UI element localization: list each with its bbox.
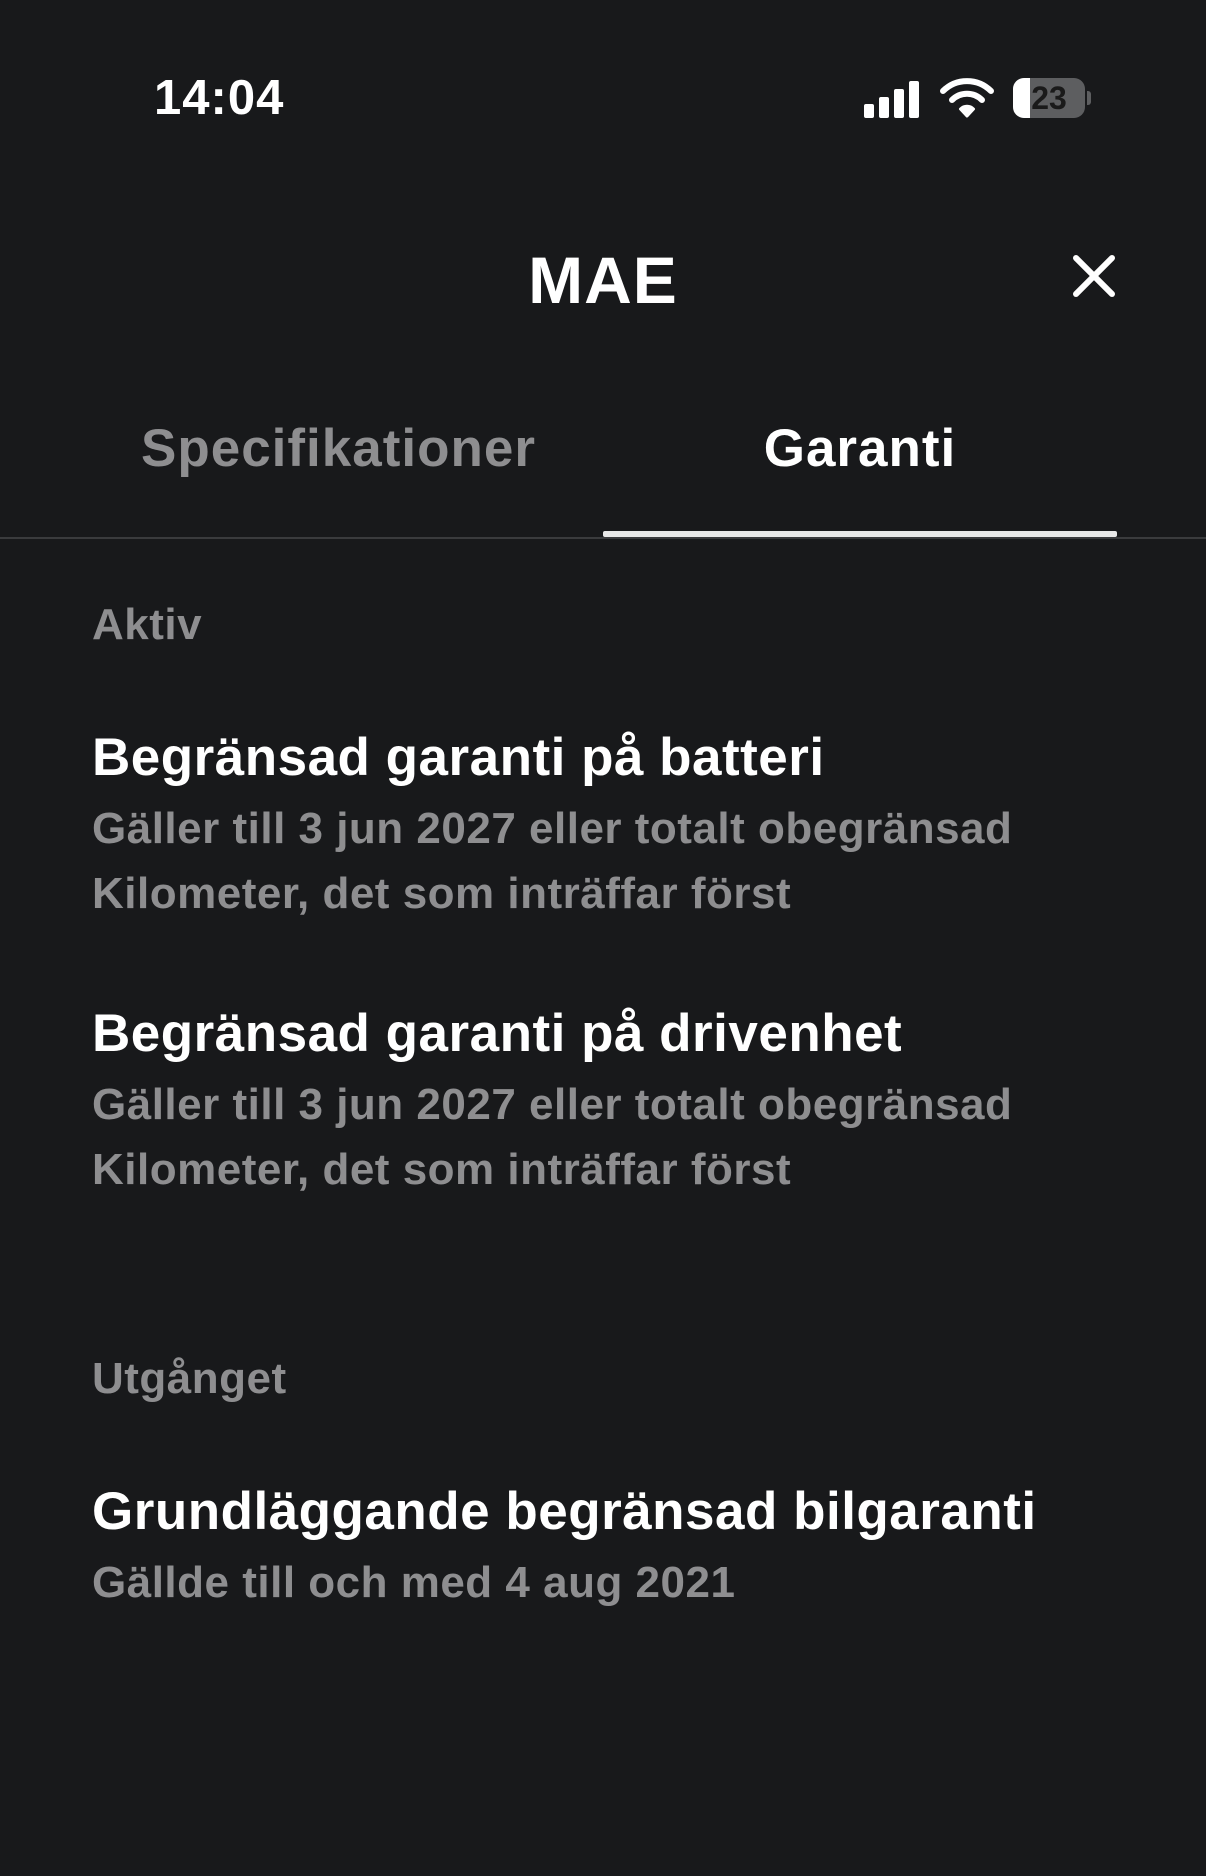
warranty-description: Gäller till 3 jun 2027 eller totalt obeg… [92,804,1013,918]
warranty-title: Grundläggande begränsad bilgaranti [92,1482,1037,1541]
close-button[interactable] [1064,246,1124,306]
wifi-icon [940,78,994,118]
warranty-item-battery[interactable]: Begränsad garanti på batteri Gäller till… [92,726,1152,926]
section-heading-utganget: Utgånget [92,1354,287,1403]
battery-cap [1087,91,1091,105]
warranty-description: Gällde till och med 4 aug 2021 [92,1558,736,1607]
battery-icon: 23 [1013,78,1091,118]
section-heading-aktiv: Aktiv [92,600,203,649]
warranty-item-drive-unit[interactable]: Begränsad garanti på drivenhet Gäller ti… [92,1002,1152,1202]
warranty-title: Begränsad garanti på drivenhet [92,1004,903,1063]
warranty-title: Begränsad garanti på batteri [92,728,825,787]
status-icons: 23 [864,76,1091,120]
warranty-item-basic-vehicle[interactable]: Grundläggande begränsad bilgaranti Gälld… [92,1480,1152,1615]
warranty-list: Aktiv Begränsad garanti på batteri Gälle… [92,600,1152,1615]
page-title: MAE [528,243,678,317]
status-bar: 14:04 23 [0,0,1206,200]
signal-icon [864,78,919,118]
status-time: 14:04 [154,71,285,125]
close-icon [1073,255,1115,297]
battery-level: 23 [1031,80,1067,116]
tab-label: Specifikationer [141,419,536,478]
tab-specifikationer[interactable]: Specifikationer [141,418,536,538]
warranty-description: Gäller till 3 jun 2027 eller totalt obeg… [92,1080,1013,1194]
battery-body: 23 [1013,78,1085,118]
tab-garanti[interactable]: Garanti [603,418,1117,538]
tab-bar: Specifikationer Garanti [0,400,1206,540]
tab-label: Garanti [763,419,957,478]
header: MAE [0,200,1206,360]
tabs-divider [0,537,1206,539]
